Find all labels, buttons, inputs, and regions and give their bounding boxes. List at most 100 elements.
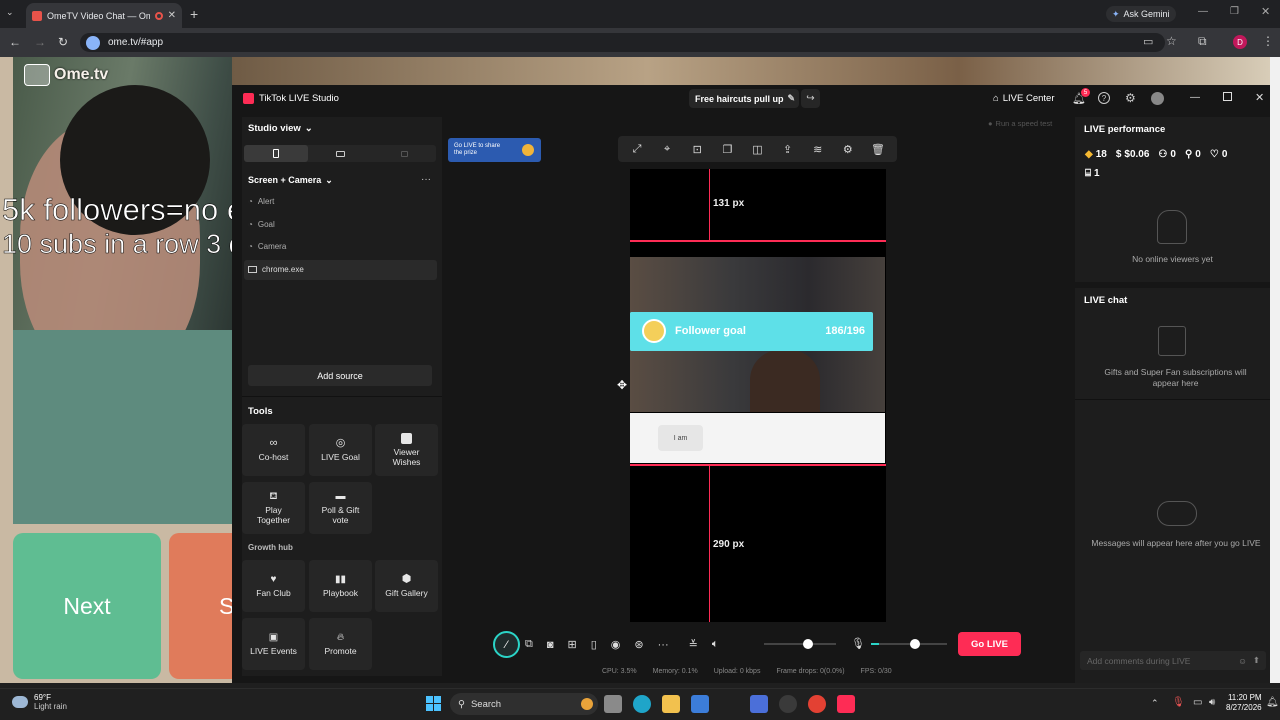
start-button[interactable] [426,696,441,711]
settings-gear-icon[interactable]: ⚙ [1125,91,1136,105]
tool-play-together[interactable]: ⛾ Play Together [242,482,305,534]
steam-icon[interactable] [779,695,797,713]
chrome-icon[interactable] [808,695,826,713]
cast-icon[interactable]: ▭ [1143,35,1153,48]
address-bar[interactable]: ome.tv/#app [80,33,1165,52]
flip-icon[interactable]: ◫ [750,142,764,156]
portrait-layout-tab[interactable] [244,145,308,162]
tab-list-button[interactable]: ⌄ [6,7,20,21]
speaker-volume-slider[interactable] [764,643,836,645]
ometv-logo[interactable]: Ome.tv [24,64,108,86]
source-item-goal[interactable]: ◔ Goal [248,220,275,229]
file-explorer-icon[interactable] [662,695,680,713]
go-live-button[interactable]: Go LIVE [958,632,1021,656]
page-scrollbar[interactable] [1270,57,1280,683]
add-source-button[interactable]: Add source [248,365,432,386]
studio-minimize-button[interactable]: — [1190,92,1200,103]
landscape-layout-tab[interactable] [308,145,372,162]
tool-viewer-wishes[interactable]: Viewer Wishes [375,424,438,476]
clock[interactable]: 11:20 PM 8/27/2026 [1226,693,1262,714]
close-tab-icon[interactable]: ✕ [168,10,176,21]
duplicate-icon[interactable]: ❐ [720,142,734,156]
microsoft-store-icon[interactable] [750,695,768,713]
delete-icon[interactable]: 🗑︎ [871,142,885,156]
extensions-icon[interactable]: ⧉ [1198,34,1207,49]
position-icon[interactable]: ⌖ [660,142,674,156]
speed-test-link[interactable]: ● Run a speed test [988,119,1052,128]
studio-close-button[interactable]: ✕ [1255,91,1264,104]
notification-center-icon[interactable]: 🔔︎ [1266,697,1279,708]
magic-effects-button[interactable]: ⁄ [493,631,520,658]
source-item-alert[interactable]: ◔ Alert [248,197,274,206]
new-tab-button[interactable]: + [190,6,198,22]
tool-live-events[interactable]: ▣ LIVE Events [242,618,305,670]
site-info-icon[interactable] [86,35,100,50]
share-icon[interactable]: ↪ [801,89,820,108]
taskbar-search[interactable]: ⚲ Search [450,693,598,715]
profile-avatar[interactable]: D [1233,35,1247,49]
camera-icon[interactable]: ◙ [547,639,554,651]
mixer-icon[interactable]: ≚ [689,638,698,651]
tool-gift-gallery[interactable]: ⬢ Gift Gallery [375,560,438,612]
minimize-window-button[interactable]: — [1198,6,1208,17]
scene-dropdown[interactable]: Screen + Camera ⌄ [248,175,333,186]
restore-window-button[interactable]: ❐ [1230,6,1239,17]
fit-screen-icon[interactable]: ⤢ [630,142,644,156]
tool-live-goal[interactable]: ◎ LIVE Goal [309,424,372,476]
edit-pencil-icon[interactable]: ✎ [788,93,796,104]
volume-icon[interactable]: 🔊︎ [1209,697,1215,708]
speaker-volume-thumb[interactable] [803,639,813,649]
source-item-camera[interactable]: ◔ Camera [248,242,286,251]
mic-volume-thumb[interactable] [910,639,920,649]
browser-menu-icon[interactable]: ⋮ [1262,34,1274,48]
send-icon[interactable]: ⬆ [1253,655,1260,666]
tool-playbook[interactable]: ▮▮ Playbook [309,560,372,612]
app-icon[interactable] [691,695,709,713]
source-item-chrome[interactable]: chrome.exe [248,265,304,274]
promo-banner[interactable]: Go LIVE to share the prize [448,138,541,162]
close-window-button[interactable]: ✕ [1261,5,1270,18]
tiktok-live-studio-icon[interactable] [837,695,855,713]
dual-layout-tab[interactable] [372,145,436,162]
help-icon[interactable]: ? [1098,92,1110,104]
move-up-icon[interactable]: ⇪ [781,142,795,156]
mic-volume-slider[interactable] [871,643,947,645]
phone-icon[interactable]: ▯ [591,638,597,651]
ask-gemini-button[interactable]: ✦ Ask Gemini [1106,6,1176,22]
scene-more-icon[interactable]: ··· [421,174,431,185]
tray-mic-icon[interactable]: 🎙︎ [1172,697,1185,708]
reload-icon[interactable]: ↻ [58,35,68,49]
layers-icon[interactable]: ≋ [811,142,825,156]
stream-title-field[interactable]: Free haircuts pull up ✎ [689,89,799,108]
network-icon[interactable]: ▭ [1193,697,1202,708]
live-center-button[interactable]: ⌂ LIVE Center [993,93,1055,104]
record-icon[interactable]: ◉ [611,638,621,651]
microphone-icon[interactable]: 🎙︎ [851,637,865,650]
back-icon[interactable]: ← [9,35,21,49]
bookmark-star-icon[interactable]: ☆ [1166,34,1177,48]
add-media-icon[interactable]: ⊞ [568,638,577,651]
chat-comment-input[interactable]: Add comments during LIVE ☺ ⬆ [1080,651,1266,670]
forward-icon[interactable]: → [34,35,46,49]
weather-widget[interactable]: 69°F Light rain [12,693,67,711]
tool-cohost[interactable]: ∞ Co-host [242,424,305,476]
studio-view-dropdown[interactable]: Studio view ⌄ [248,123,313,134]
speaker-icon[interactable]: 🔈︎ [712,638,719,651]
tool-poll-gift-vote[interactable]: ▬ Poll & Gift vote [309,482,372,534]
studio-profile-avatar[interactable] [1151,92,1164,105]
tray-overflow-icon[interactable]: ⌃ [1151,698,1159,709]
emoji-icon[interactable]: ☺ [1238,656,1247,666]
edge-icon[interactable] [633,695,651,713]
more-icon[interactable]: ··· [658,639,669,651]
tool-promote[interactable]: 🔥︎ Promote [309,618,372,670]
studio-maximize-button[interactable] [1223,92,1232,101]
task-view-icon[interactable] [604,695,622,713]
screen-share-icon[interactable]: ⧉ [525,638,533,651]
effects-icon[interactable]: ⊛ [634,638,643,651]
browser-tab[interactable]: OmeTV Video Chat — Ome ✕ [26,3,182,28]
next-button[interactable]: Next [13,533,161,679]
tool-fan-club[interactable]: ♥ Fan Club [242,560,305,612]
crop-icon[interactable]: ⊡ [690,142,704,156]
filter-settings-icon[interactable]: ⚙ [841,142,855,156]
follower-goal-widget[interactable]: Follower goal 186/196 [630,312,873,351]
